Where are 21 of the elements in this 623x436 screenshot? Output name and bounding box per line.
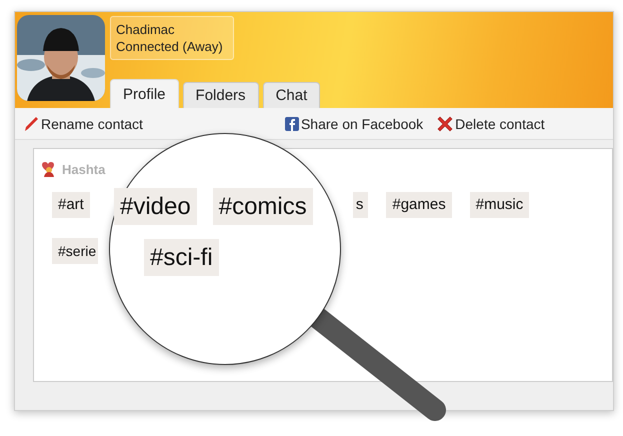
tab[interactable]: Folders	[182, 82, 259, 108]
hashtag-tag[interactable]: s	[352, 192, 368, 218]
hashtag-tag[interactable]: #games	[386, 192, 452, 218]
facebook-icon	[284, 116, 299, 130]
tab[interactable]: Profile	[110, 79, 179, 108]
hashtag-tag[interactable]: #art	[52, 192, 90, 218]
hashtags-heading: Hashta	[62, 162, 106, 176]
delete-icon	[437, 116, 454, 132]
hashtag-tag: #comics	[212, 188, 313, 225]
hashtag-tag[interactable]: #music	[470, 192, 530, 218]
toolbar-button[interactable]: Rename contact	[21, 116, 145, 132]
toolbar-button[interactable]: Delete contact	[435, 116, 547, 132]
hashtag-tag[interactable]: #serie	[52, 238, 98, 264]
hashtag-icon	[40, 161, 56, 177]
contact-name: Chadimac	[116, 21, 176, 38]
pencil-icon	[23, 116, 39, 132]
hashtag-tag: #video	[114, 188, 197, 225]
contact-status: Connected (Away)	[116, 38, 223, 55]
toolbar-button[interactable]: Share on Facebook	[282, 116, 426, 132]
hashtag-tag: #sci-fi	[144, 239, 219, 276]
tab[interactable]: Chat	[262, 82, 320, 108]
